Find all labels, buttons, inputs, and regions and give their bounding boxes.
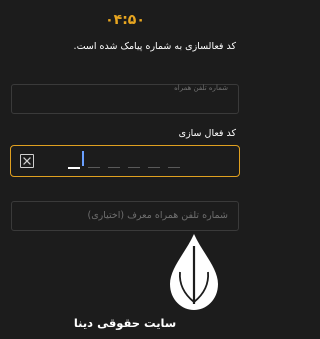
close-icon[interactable] bbox=[20, 154, 34, 168]
referrer-phone-placeholder: شماره تلفن همراه معرف (اختیاری) bbox=[87, 210, 228, 221]
phone-number-label: شماره تلفن همراه bbox=[174, 84, 228, 92]
activation-code-input[interactable] bbox=[10, 145, 240, 177]
code-digit-slot bbox=[88, 167, 100, 168]
countdown-timer: ۰۴:۵۰ bbox=[105, 12, 145, 28]
referrer-phone-field[interactable]: شماره تلفن همراه معرف (اختیاری) bbox=[11, 201, 239, 231]
code-digit-slot bbox=[68, 167, 80, 169]
sms-sent-message: کد فعالسازی به شماره پیامک شده است. bbox=[73, 41, 236, 52]
watermark-text: سایت حقوقی دینا bbox=[73, 316, 177, 330]
verification-screen: ۰۴:۵۰ کد فعالسازی به شماره پیامک شده است… bbox=[0, 0, 250, 339]
text-cursor bbox=[82, 151, 84, 166]
code-digit-slot bbox=[128, 167, 140, 168]
code-digit-slot bbox=[168, 167, 180, 168]
leaf-logo-icon bbox=[168, 232, 220, 312]
code-digit-slot bbox=[148, 167, 160, 168]
phone-number-field[interactable]: شماره تلفن همراه bbox=[11, 84, 239, 114]
activation-code-label: کد فعال سازی bbox=[178, 128, 236, 139]
code-digit-slot bbox=[108, 167, 120, 168]
